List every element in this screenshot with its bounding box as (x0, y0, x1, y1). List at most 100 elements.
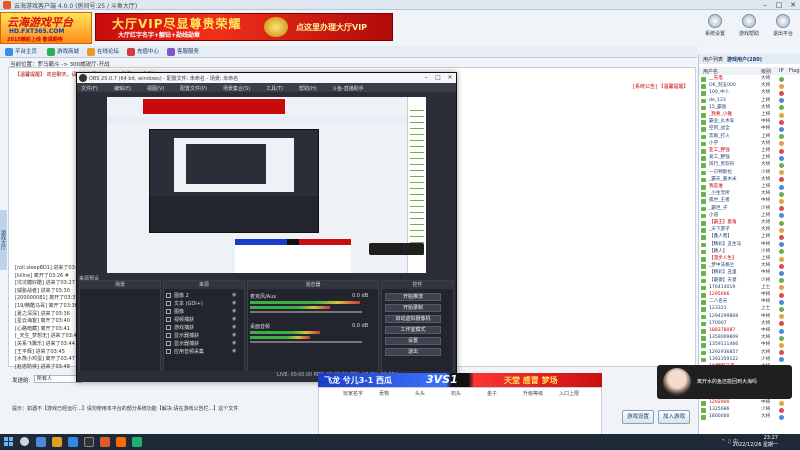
toolbar-shop[interactable]: 游戏商城 (46, 47, 82, 57)
vip-banner[interactable]: 大厅VIP尽显尊贵荣耀 大厅红字名字+靓钻+勋线勋章 点这里办理大厅VIP (95, 13, 393, 41)
user-row[interactable]: _天下游子 大将 (699, 227, 800, 233)
user-row[interactable]: 【路人】 少将 (699, 249, 800, 255)
visibility-icon[interactable]: ◉ (232, 348, 236, 354)
mixer-panel[interactable]: 混音器 麦克风/Aux 0.0 dB 桌面音频 0.0 dB (247, 280, 379, 380)
user-row[interactable]: 1325686 少将 (699, 407, 800, 413)
visibility-icon[interactable]: ◉ (232, 324, 236, 330)
obs-menu-item[interactable]: 视图(V) (147, 85, 164, 92)
game-settings-button[interactable]: 游戏设置 (622, 410, 654, 424)
obs-control-button[interactable]: 开始录制 (385, 304, 441, 312)
source-item[interactable]: 图像 ◉ (166, 308, 236, 315)
obs-menu-item[interactable]: 文件(F) (81, 85, 98, 92)
source-item[interactable]: 显示器捕获 ◉ (166, 332, 236, 339)
tab-game-users[interactable]: 游戏用户(280) (727, 56, 762, 63)
task-view-icon[interactable] (36, 437, 46, 447)
sources-panel[interactable]: 来源 图像 2 ◉ 文本 (GDI+) ◉ 图像 ◉ 视频捕获 ◉ 游戏捕获 ◉ 显示器捕获 ◉ 显示器… (163, 280, 245, 380)
toolbar-home[interactable]: 平台主页 (4, 47, 40, 57)
user-row[interactable]: 霸业_炎木军 中将 (699, 119, 800, 125)
user-row[interactable]: _霸天_嘉木米 大将 (699, 177, 800, 183)
user-row[interactable]: OK_刻五000 大将 (699, 83, 800, 89)
user-row[interactable]: 1292900 中将 (699, 400, 800, 406)
user-row[interactable]: _霸世_子 少将 (699, 206, 800, 212)
user-row[interactable]: 爱工_野强 上将 (699, 155, 800, 161)
obs-menu-item[interactable]: 工具(T) (266, 85, 283, 92)
desktop-volume-slider[interactable] (250, 341, 362, 343)
user-row[interactable]: _梦中法格兰 大将 (699, 263, 800, 269)
user-row[interactable]: 【精彩】丑里 中将 (699, 270, 800, 276)
user-row[interactable]: 小道 上将 (699, 213, 800, 219)
source-item[interactable]: 视频捕获 ◉ (166, 316, 236, 323)
exit-platform-button[interactable]: 退出平台 (768, 14, 798, 37)
game-client-taskbar-icon[interactable] (100, 437, 110, 447)
visibility-icon[interactable]: ◉ (232, 332, 236, 338)
source-item[interactable]: 应用音频采集 ◉ (166, 348, 236, 355)
obs-control-button[interactable]: 退出 (385, 348, 441, 356)
user-row[interactable]: 【鑫人而】 上将 (699, 234, 800, 240)
minimize-icon[interactable]: – (758, 0, 772, 10)
system-settings-button[interactable]: 系统设置 (700, 14, 730, 37)
user-row[interactable]: 1359009809 大将 (699, 335, 800, 341)
user-row[interactable]: 二八名天 中将 (699, 299, 800, 305)
user-row[interactable]: _我要_小雅 上将 (699, 112, 800, 118)
notification-toast[interactable]: 离开水的鱼还能回到大海吗 (657, 365, 792, 399)
source-item[interactable]: 文本 (GDI+) ◉ (166, 300, 236, 307)
clock[interactable]: 23:27 2022/12/26 星期一 (733, 435, 778, 449)
obs-maximize-icon[interactable]: □ (432, 73, 444, 83)
obs-preview[interactable] (107, 97, 426, 273)
obs-menu-item[interactable]: 斗鱼-直播助手 (332, 85, 364, 92)
user-row[interactable]: 1800000 大将 (699, 414, 800, 420)
chat-app-taskbar-icon[interactable] (132, 437, 142, 447)
user-row[interactable]: 亚工_野强 上将 (699, 148, 800, 154)
user-row[interactable]: 【漫步人生】 上将 (699, 256, 800, 262)
visibility-icon[interactable]: ◉ (232, 292, 236, 298)
user-row[interactable]: 176414019 上士 (699, 285, 800, 291)
douyu-taskbar-icon[interactable] (116, 437, 126, 447)
tab-users[interactable]: 用户列表 (703, 56, 723, 63)
user-row[interactable]: 【霸王】菱角 大将 (699, 220, 800, 226)
platform-logo[interactable]: 云海游戏平台 HD.FXT365.COM 2015精彩上线 敬请期待 (0, 12, 92, 44)
user-row[interactable]: 一只特斯拉 少将 (699, 170, 800, 176)
user-row[interactable]: 【霸傲】天意 少将 (699, 278, 800, 284)
user-row[interactable]: 123321 上士 (699, 306, 800, 312)
obs-window[interactable]: OBS 25.0.7 (64 bit, windows) - 配置文件: 未命名… (76, 72, 457, 382)
scenes-panel[interactable]: 场景 (79, 280, 161, 380)
close-icon[interactable]: ✕ (786, 0, 800, 10)
obs-taskbar-icon[interactable] (84, 437, 94, 447)
user-row[interactable]: 恋眼_打火 上将 (699, 134, 800, 140)
toolbar-service[interactable]: 客服服务 (166, 47, 202, 57)
user-row[interactable]: 我是谁 上将 (699, 184, 800, 190)
obs-menu-item[interactable]: 帮助(H) (299, 85, 317, 92)
user-row[interactable]: 风行_贵欢符 大将 (699, 162, 800, 168)
user-row[interactable]: 小学 大将 (699, 141, 800, 147)
obs-menu-item[interactable]: 编辑(E) (114, 85, 131, 92)
user-row[interactable]: 15_霸恩 大将 (699, 105, 800, 111)
source-item[interactable]: 图像 2 ◉ (166, 292, 236, 299)
user-row[interactable]: __先电 大将 (699, 76, 800, 82)
user-row[interactable]: 1292936857 大将 (699, 350, 800, 356)
user-row[interactable]: 188378087 中将 (699, 328, 800, 334)
user-row[interactable]: _小生无所 大将 (699, 191, 800, 197)
send-target-select[interactable]: 所有人 (34, 375, 82, 383)
user-row[interactable]: de_123 上将 (699, 98, 800, 104)
source-item[interactable]: 显示器捕获 ◉ (166, 340, 236, 347)
edge-icon[interactable] (68, 437, 78, 447)
user-row[interactable]: 空阿_战全 中将 (699, 126, 800, 132)
file-explorer-icon[interactable] (52, 437, 62, 447)
user-row[interactable]: 170007 大将 (699, 321, 800, 327)
user-row[interactable]: 孤世_王者 中将 (699, 198, 800, 204)
user-row[interactable]: 100_中人 大将 (699, 90, 800, 96)
obs-control-button[interactable]: 工作室模式 (385, 326, 441, 334)
side-tab[interactable]: 游戏大厅 (0, 210, 7, 270)
obs-control-button[interactable]: 开始推流 (385, 293, 441, 301)
mic-volume-slider[interactable] (250, 311, 362, 313)
obs-control-button[interactable]: 设置 (385, 337, 441, 345)
visibility-icon[interactable]: ◉ (232, 340, 236, 346)
source-item[interactable]: 游戏捕获 ◉ (166, 324, 236, 331)
obs-close-icon[interactable]: ✕ (444, 73, 456, 83)
visibility-icon[interactable]: ◉ (232, 308, 236, 314)
visibility-icon[interactable]: ◉ (232, 300, 236, 306)
join-game-button[interactable]: 加入游戏 (658, 410, 690, 424)
user-row[interactable]: 1295666 中将 (699, 292, 800, 298)
toolbar-recharge[interactable]: 充值中心 (126, 47, 162, 57)
maximize-icon[interactable]: □ (772, 0, 786, 10)
